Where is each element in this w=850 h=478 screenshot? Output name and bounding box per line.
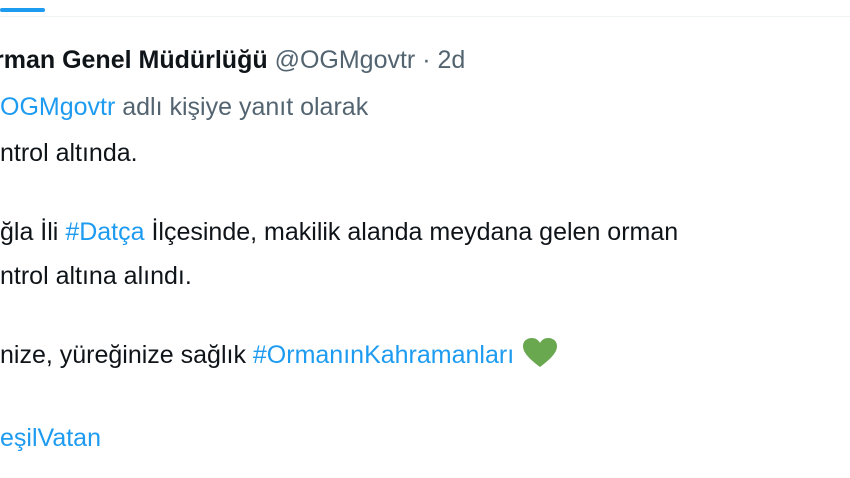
tweet-text-segment: ğla İli [0,218,66,246]
author-name[interactable]: rman Genel Müdürlüğü [0,46,268,74]
top-tab-bar [0,0,850,17]
active-tab-indicator [0,8,45,12]
tweet-timestamp[interactable]: 2d [438,46,466,74]
green-heart-icon [522,338,558,376]
hashtag-yesilvatan-link[interactable]: eşilVatan [0,424,101,452]
tweet-text-line: ntrol altında. [0,139,138,167]
tweet-header: rman Genel Müdürlüğü @OGMgovtr · 2d [0,44,465,76]
author-handle[interactable]: @OGMgovtr [275,46,416,74]
tweet-text-line: ğla İli #Datça İlçesinde, makilik alanda… [0,216,678,248]
separator-dot: · [422,46,431,74]
reply-mention-link[interactable]: OGMgovtr [0,93,115,121]
tweet-text-segment: nize, yüreğinize sağlık [0,341,253,369]
reply-context: OGMgovtr adlı kişiye yanıt olarak [0,91,368,123]
tweet-text-line: eşilVatan [0,422,101,454]
hashtag-datca-link[interactable]: #Datça [65,218,144,246]
tweet-text-segment: İlçesinde, makilik alanda meydana gelen … [144,218,679,246]
reply-context-text: adlı kişiye yanıt olarak [115,93,369,121]
hashtag-ormaninkahramanlari-link[interactable]: #OrmanınKahramanları [253,341,514,369]
tweet-text-line: nize, yüreğinize sağlık #OrmanınKahraman… [0,338,558,376]
tweet-text-line: ntrol altına alındı. [0,262,192,290]
